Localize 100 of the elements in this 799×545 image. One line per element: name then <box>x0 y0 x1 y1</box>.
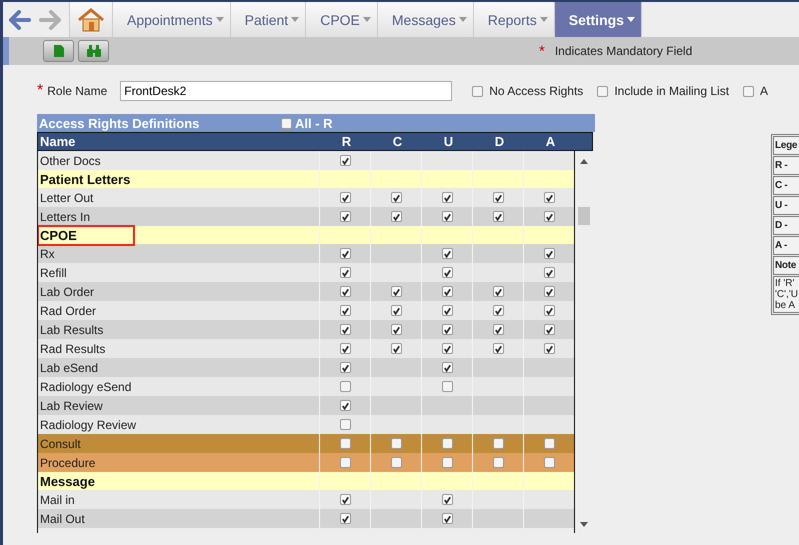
checkbox[interactable] <box>442 305 452 316</box>
menu-tab[interactable]: Messages <box>378 2 474 37</box>
checkbox[interactable] <box>281 118 292 128</box>
checkbox[interactable] <box>442 457 452 468</box>
checkbox[interactable] <box>492 343 504 354</box>
menu-tab[interactable]: Patient <box>230 2 306 37</box>
table-cell-text: Rad Results <box>39 340 106 358</box>
role-name-field[interactable]: FrontDesk2 <box>120 81 452 101</box>
legend-note-line: If 'R' <box>775 278 796 289</box>
table-cell-text: Letters In <box>39 208 92 226</box>
section-title: CPOE <box>38 224 135 246</box>
checkbox[interactable] <box>544 267 554 278</box>
checkbox[interactable] <box>390 438 402 449</box>
checkbox[interactable] <box>340 248 350 259</box>
menu-tab[interactable]: Settings <box>554 2 642 37</box>
column-header: C <box>392 134 404 149</box>
checkbox[interactable] <box>340 438 350 449</box>
checkbox[interactable] <box>340 267 350 278</box>
checkbox[interactable] <box>390 343 402 354</box>
checkbox[interactable] <box>442 267 452 278</box>
checkbox[interactable] <box>390 324 402 335</box>
checkbox[interactable] <box>442 381 452 392</box>
checkbox[interactable] <box>340 381 350 392</box>
checkbox[interactable] <box>442 324 452 335</box>
checkbox[interactable] <box>597 86 608 96</box>
checkbox[interactable] <box>544 438 554 449</box>
home-icon[interactable] <box>78 8 104 32</box>
checkbox[interactable] <box>544 286 554 297</box>
checkbox[interactable] <box>442 513 452 524</box>
checkbox[interactable] <box>472 86 484 96</box>
checkbox[interactable] <box>544 192 554 203</box>
column-header: R <box>340 134 352 149</box>
checkbox[interactable] <box>442 286 452 297</box>
table-cell-text: Lab Review <box>39 398 104 414</box>
table-cell-text: Mail Out <box>39 510 86 528</box>
table-cell-text: Rx <box>39 246 56 262</box>
checkbox[interactable] <box>340 305 350 316</box>
column-header: Name <box>39 134 76 149</box>
checkbox[interactable] <box>492 324 504 335</box>
checkbox[interactable] <box>544 343 554 354</box>
checkbox[interactable] <box>390 211 402 222</box>
table-cell-text: Mail in <box>39 492 76 508</box>
checkbox[interactable] <box>340 192 350 203</box>
checkbox[interactable] <box>544 457 554 468</box>
menu-tab[interactable]: Reports <box>474 2 555 37</box>
legend-entry: U - <box>773 196 799 215</box>
checkbox[interactable] <box>340 211 350 222</box>
checkbox[interactable] <box>340 513 350 524</box>
checkbox[interactable] <box>492 305 504 316</box>
menu-tab[interactable]: Appointments <box>113 2 231 37</box>
checkbox[interactable] <box>492 211 504 222</box>
table-cell-text: Procedure <box>39 454 96 472</box>
checkbox[interactable] <box>442 192 452 203</box>
table-cell-text: Refill <box>39 264 68 282</box>
search-button[interactable] <box>78 40 109 62</box>
back-arrow-icon[interactable] <box>9 10 31 30</box>
table-cell-text: Lab Order <box>39 284 96 300</box>
checkbox[interactable] <box>492 286 504 297</box>
menu-tab[interactable]: CPOE <box>306 2 378 37</box>
checkbox[interactable] <box>340 286 350 297</box>
legend-note-line: be A <box>775 300 796 311</box>
checkbox[interactable] <box>390 286 402 297</box>
checkbox[interactable] <box>442 248 452 259</box>
checkbox[interactable] <box>340 362 350 373</box>
column-header: A <box>544 134 556 149</box>
table-cell-text: Rad Order <box>39 302 98 320</box>
checkbox[interactable] <box>544 305 554 316</box>
column-header: U <box>442 134 454 149</box>
table-cell-text: Radiology Review <box>39 416 138 434</box>
checkbox[interactable] <box>544 248 554 259</box>
checkbox[interactable] <box>340 400 350 411</box>
caret-icon <box>362 17 371 22</box>
legend-entry: Note <box>773 256 799 275</box>
checkbox[interactable] <box>743 86 754 96</box>
checkbox[interactable] <box>492 457 504 468</box>
checkbox[interactable] <box>340 419 350 430</box>
caret-icon <box>458 17 467 22</box>
checkbox[interactable] <box>544 324 554 335</box>
checkbox[interactable] <box>442 211 452 222</box>
checkbox[interactable] <box>390 457 402 468</box>
checkbox[interactable] <box>340 494 350 505</box>
checkbox[interactable] <box>442 343 452 354</box>
checkbox[interactable] <box>340 155 350 166</box>
legend-entry: A - <box>773 236 799 255</box>
column-header: D <box>494 134 506 149</box>
new-button[interactable] <box>43 40 74 62</box>
checkbox[interactable] <box>390 192 402 203</box>
checkbox[interactable] <box>340 343 350 354</box>
checkbox[interactable] <box>492 438 504 449</box>
document-icon <box>52 44 64 58</box>
checkbox-label: All - R <box>295 116 333 130</box>
checkbox[interactable] <box>492 192 504 203</box>
checkbox[interactable] <box>442 494 452 505</box>
checkbox[interactable] <box>340 457 350 468</box>
mandatory-note: Indicates Mandatory Field <box>554 44 692 58</box>
checkbox[interactable] <box>442 438 452 449</box>
checkbox[interactable] <box>390 305 402 316</box>
checkbox[interactable] <box>544 211 554 222</box>
checkbox[interactable] <box>442 362 452 373</box>
checkbox[interactable] <box>340 324 350 335</box>
